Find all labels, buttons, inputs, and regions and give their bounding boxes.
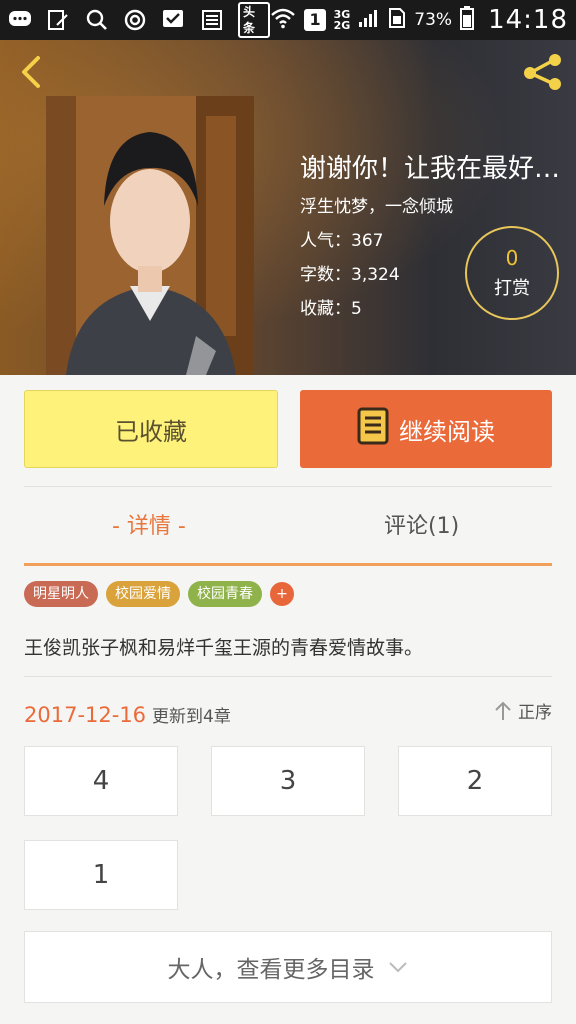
tag-chip[interactable]: 明星明人: [24, 581, 98, 607]
tag-list: 明星明人 校园爱情 校园青春 +: [24, 581, 294, 607]
chat-bubble-icon: [8, 9, 32, 31]
popularity-label: 人气：: [300, 231, 351, 251]
more-tags-button[interactable]: +: [270, 582, 294, 606]
sim-slot-badge: 1: [304, 9, 326, 31]
share-button[interactable]: [520, 52, 566, 92]
chapter-item[interactable]: 2: [398, 746, 552, 816]
book-description: 王俊凯张子枫和易烊千玺王源的青春爱情故事。: [24, 637, 424, 659]
book-cover-image[interactable]: [46, 96, 254, 375]
favorited-label: 已收藏: [115, 417, 187, 446]
word-count-value: 3,324: [351, 265, 400, 285]
wifi-icon: [270, 7, 296, 34]
update-info: 2017-12-16 更新到4章 正序: [24, 698, 552, 727]
word-count-label: 字数：: [300, 265, 351, 285]
more-catalog-button[interactable]: 大人，查看更多目录: [24, 931, 552, 1003]
reward-button[interactable]: 0 打赏: [465, 226, 559, 320]
book-title: 谢谢你！让我在最好的时光遇见你: [300, 154, 576, 184]
clock: 14:18: [488, 5, 568, 35]
reward-count: 0: [505, 246, 519, 270]
status-bar: 头条 1 3G 2G 73% 14:18: [0, 0, 576, 40]
reward-label: 打赏: [494, 278, 530, 299]
update-date: 2017-12-16: [24, 702, 147, 727]
back-button[interactable]: [14, 52, 54, 92]
favorites-label: 收藏：: [300, 299, 351, 319]
cover-portrait-image: [46, 96, 254, 375]
word-count-stat: 字数：3,324: [300, 260, 400, 285]
chapter-item[interactable]: 4: [24, 746, 178, 816]
book-author: 浮生忱梦，一念倾城: [300, 197, 453, 217]
edit-file-icon: [46, 9, 70, 31]
headline-badge: 头条: [237, 2, 271, 38]
tag-chip[interactable]: 校园爱情: [106, 581, 180, 607]
sort-order-label: 正序: [518, 703, 552, 723]
tab-comments[interactable]: 评论(1): [384, 508, 459, 540]
popularity-stat: 人气：367: [300, 226, 383, 251]
signal-icon: [358, 8, 380, 33]
sort-order-button[interactable]: 正序: [494, 698, 552, 723]
favorited-button[interactable]: 已收藏: [24, 390, 278, 468]
divider: [24, 676, 552, 677]
search-icon: [85, 9, 109, 31]
sim-card-icon: [388, 7, 406, 34]
share-icon: [524, 54, 561, 90]
news-icon: [200, 9, 224, 31]
chevron-left-icon: [22, 56, 40, 88]
popularity-value: 367: [351, 231, 384, 251]
favorites-stat: 收藏：5: [300, 294, 362, 319]
battery-percent: 73%: [414, 10, 453, 30]
book-header: 谢谢你！让我在最好的时光遇见你 浮生忱梦，一念倾城 人气：367 字数：3,32…: [0, 40, 576, 375]
arrow-up-icon: [495, 701, 511, 720]
book-icon: [357, 407, 389, 451]
continue-reading-label: 继续阅读: [399, 417, 495, 446]
favorites-value: 5: [351, 299, 362, 319]
chapter-item[interactable]: 1: [24, 840, 178, 910]
more-catalog-label: 大人，查看更多目录: [167, 957, 375, 983]
network-type: 3G 2G: [333, 8, 351, 32]
battery-icon: [460, 5, 475, 35]
update-status: 更新到4章: [152, 706, 231, 727]
target-icon: [123, 9, 147, 31]
tab-detail[interactable]: - 详情 -: [112, 508, 186, 540]
continue-reading-button[interactable]: 继续阅读: [300, 390, 552, 468]
checklist-icon: [161, 9, 185, 31]
tab-underline: [24, 563, 552, 566]
divider: [24, 486, 552, 487]
tag-chip[interactable]: 校园青春: [188, 581, 262, 607]
chevron-down-icon: [388, 962, 407, 973]
chapter-item[interactable]: 3: [211, 746, 365, 816]
